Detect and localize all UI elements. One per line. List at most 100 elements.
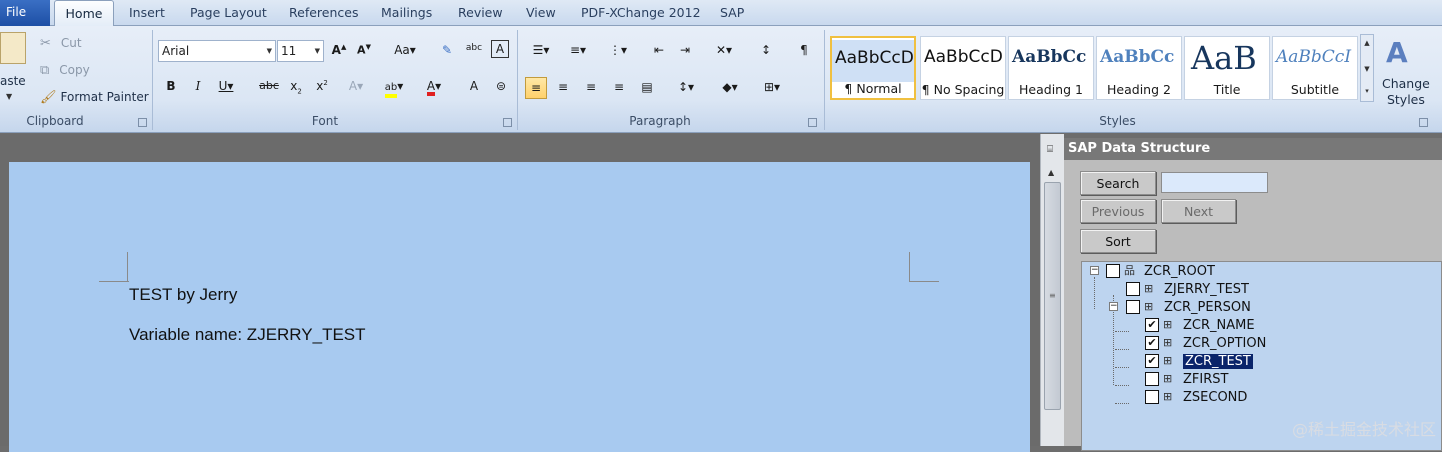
highlight-color-icon[interactable]: ab▾ (381, 76, 407, 98)
italic-icon[interactable]: I (187, 76, 209, 98)
shrink-font-icon[interactable]: A▼ (353, 40, 375, 62)
align-left-icon[interactable]: ≡ (525, 77, 547, 99)
next-button[interactable]: Next (1161, 199, 1236, 223)
styles-launcher-icon[interactable] (1419, 118, 1428, 127)
checkbox[interactable]: ✔ (1145, 354, 1159, 368)
style-heading-1[interactable]: AaBbCc Heading 1 (1008, 36, 1094, 100)
previous-button[interactable]: Previous (1080, 199, 1156, 223)
multilevel-list-icon[interactable]: ⋮▾ (604, 40, 632, 62)
tree-node-zcr-person[interactable]: ⊞ ZCR_PERSON (1126, 298, 1251, 316)
sort-button[interactable]: Sort (1080, 229, 1156, 253)
document-page[interactable]: TEST by Jerry Variable name: ZJERRY_TEST (9, 162, 1030, 452)
show-formatting-marks-icon[interactable]: ¶ (793, 40, 815, 62)
paste-icon[interactable] (0, 32, 26, 64)
tab-references[interactable]: References (289, 5, 358, 20)
style-subtitle[interactable]: AaBbCcI Subtitle (1272, 36, 1358, 100)
style-preview: AaBbCcI (1273, 39, 1357, 81)
tree-line (1094, 277, 1095, 309)
style-normal[interactable]: AaBbCcD ¶ Normal (830, 36, 916, 100)
ruler-toggle-icon[interactable]: ⌸ (1047, 144, 1053, 155)
font-size-combo[interactable]: 11 ▼ (277, 40, 324, 62)
tab-home[interactable]: Home (54, 0, 114, 27)
superscript-icon[interactable]: x2 (311, 76, 333, 98)
gallery-down-icon[interactable]: ▼ (1361, 65, 1373, 73)
checkbox[interactable] (1126, 300, 1140, 314)
tab-file[interactable]: File (0, 0, 50, 26)
borders-icon[interactable]: ⊞▾ (758, 77, 786, 99)
character-border-icon[interactable]: A (491, 40, 509, 58)
underline-icon[interactable]: U▾ (215, 76, 237, 98)
font-family-combo[interactable]: Arial ▼ (158, 40, 276, 62)
sort-icon[interactable]: ↕ (755, 40, 777, 62)
search-input[interactable] (1161, 172, 1268, 193)
change-styles-button[interactable]: Change Styles (1382, 76, 1430, 108)
style-no-spacing[interactable]: AaBbCcD ¶ No Spacing (920, 36, 1006, 100)
change-styles-label: Change (1382, 76, 1430, 92)
decrease-indent-icon[interactable]: ⇤ (648, 40, 670, 62)
subscript-icon[interactable]: x2 (285, 76, 307, 98)
collapse-person-icon[interactable]: − (1109, 302, 1118, 311)
tab-page-layout[interactable]: Page Layout (190, 5, 267, 20)
scroll-up-icon[interactable]: ▲ (1048, 168, 1054, 177)
line-spacing-icon[interactable]: ↕▾ (672, 77, 700, 99)
paste-dropdown-icon[interactable]: ▼ (6, 92, 12, 101)
distributed-icon[interactable]: ▤ (636, 77, 658, 99)
change-styles-icon[interactable]: A (1386, 36, 1408, 69)
format-painter-button[interactable]: 🖌 Format Painter (40, 90, 149, 104)
checkbox[interactable] (1106, 264, 1120, 278)
vertical-scrollbar[interactable]: ⌸ ▲ ≡ (1040, 134, 1064, 446)
enclose-characters-icon[interactable]: ⊜ (490, 76, 512, 98)
search-button[interactable]: Search (1080, 171, 1156, 195)
tree-node-zfirst[interactable]: ⊞ ZFIRST (1145, 370, 1228, 388)
clear-formatting-icon[interactable]: ✎ (436, 40, 458, 62)
collapse-root-icon[interactable]: − (1090, 266, 1099, 275)
tab-mailings[interactable]: Mailings (381, 5, 432, 20)
tree-node-zcr-name[interactable]: ✔ ⊞ ZCR_NAME (1145, 316, 1255, 334)
font-launcher-icon[interactable] (503, 118, 512, 127)
paragraph-launcher-icon[interactable] (808, 118, 817, 127)
tree-node-zcr-option[interactable]: ✔ ⊞ ZCR_OPTION (1145, 334, 1266, 352)
style-gallery-scroll[interactable]: ▲ ▼ ▾ (1360, 34, 1374, 102)
justify-icon[interactable]: ≡ (608, 77, 630, 99)
cut-button[interactable]: ✂ Cut (40, 36, 82, 50)
character-shading-icon[interactable]: A (463, 76, 485, 98)
clipboard-launcher-icon[interactable] (138, 118, 147, 127)
checkbox[interactable]: ✔ (1145, 336, 1159, 350)
checkbox[interactable] (1126, 282, 1140, 296)
gallery-more-icon[interactable]: ▾ (1361, 87, 1373, 95)
checkbox[interactable]: ✔ (1145, 318, 1159, 332)
document-line-2[interactable]: Variable name: ZJERRY_TEST (129, 325, 366, 345)
align-center-icon[interactable]: ≡ (552, 77, 574, 99)
gallery-up-icon[interactable]: ▲ (1361, 39, 1373, 47)
align-right-icon[interactable]: ≡ (580, 77, 602, 99)
tab-review[interactable]: Review (458, 5, 503, 20)
change-case-icon[interactable]: Aa▾ (390, 40, 420, 62)
numbering-icon[interactable]: ≡▾ (564, 40, 592, 62)
tab-insert[interactable]: Insert (129, 5, 165, 20)
tree-node-zjerry-test[interactable]: ⊞ ZJERRY_TEST (1126, 280, 1249, 298)
increase-indent-icon[interactable]: ⇥ (674, 40, 696, 62)
shading-icon[interactable]: ◆▾ (716, 77, 744, 99)
font-color-icon[interactable]: A▾ (421, 76, 447, 98)
tree-node-zcr-test[interactable]: ✔ ⊞ ZCR_TEST (1145, 352, 1253, 370)
tab-view[interactable]: View (526, 5, 556, 20)
style-heading-2[interactable]: AaBbCc Heading 2 (1096, 36, 1182, 100)
style-title[interactable]: AaB Title (1184, 36, 1270, 100)
document-line-1[interactable]: TEST by Jerry (129, 285, 237, 305)
strikethrough-icon[interactable]: abc (256, 76, 282, 98)
text-effects-icon[interactable]: A▾ (345, 76, 367, 98)
bold-icon[interactable]: B (160, 76, 182, 98)
phonetic-guide-icon[interactable]: abc (463, 40, 485, 62)
checkbox[interactable] (1145, 390, 1159, 404)
grow-font-icon[interactable]: A▲ (328, 40, 350, 62)
bullets-icon[interactable]: ☰▾ (527, 40, 555, 62)
asian-layout-icon[interactable]: ✕▾ (710, 40, 738, 62)
scroll-thumb[interactable]: ≡ (1044, 182, 1061, 410)
tree-node-zcr-root[interactable]: 品 ZCR_ROOT (1106, 262, 1215, 280)
paste-button[interactable]: aste (0, 74, 26, 88)
copy-button[interactable]: ⧉ Copy (40, 63, 90, 77)
tab-pdf-xchange[interactable]: PDF-XChange 2012 (581, 5, 701, 20)
tab-sap[interactable]: SAP (720, 5, 744, 20)
tree-node-zsecond[interactable]: ⊞ ZSECOND (1145, 388, 1247, 406)
checkbox[interactable] (1145, 372, 1159, 386)
